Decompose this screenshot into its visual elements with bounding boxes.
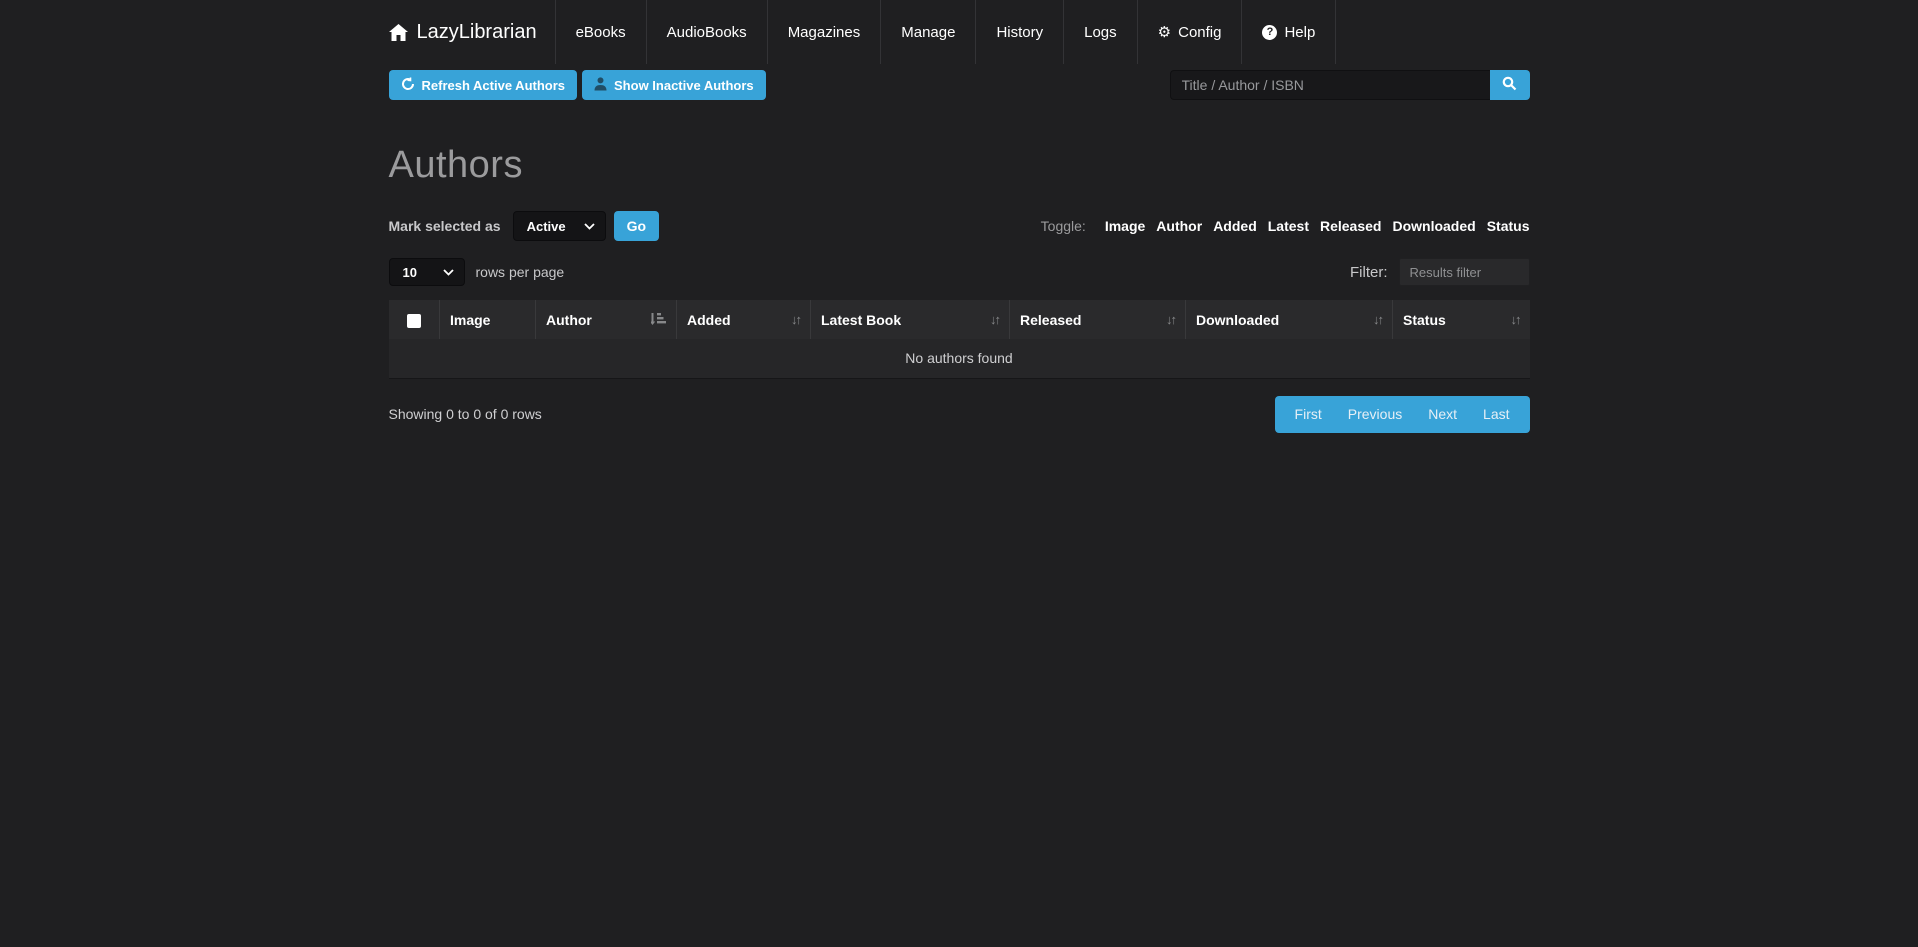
- showing-rows-text: Showing 0 to 0 of 0 rows: [389, 406, 542, 422]
- page-title: Authors: [389, 144, 1530, 187]
- nav-item-config[interactable]: ⚙ Config: [1137, 0, 1242, 64]
- pagination-last[interactable]: Last: [1470, 406, 1522, 422]
- column-header-latest-book[interactable]: Latest Book ↓↑: [811, 300, 1010, 339]
- refresh-icon: [401, 77, 415, 94]
- search-input[interactable]: [1170, 70, 1490, 100]
- chevron-down-icon: [443, 269, 454, 276]
- toggle-downloaded[interactable]: Downloaded: [1392, 218, 1475, 234]
- mark-as-selected-value: Active: [527, 219, 566, 234]
- search-button[interactable]: [1490, 70, 1530, 100]
- filter-label: Filter:: [1350, 264, 1388, 281]
- select-all-header: [389, 300, 440, 339]
- listing-row: 10 rows per page Filter:: [389, 258, 1530, 286]
- toggle-status[interactable]: Status: [1487, 218, 1530, 234]
- column-header-image: Image: [440, 300, 536, 339]
- search-icon: [1502, 76, 1517, 94]
- user-icon: [594, 77, 607, 94]
- nav-item-help[interactable]: ? Help: [1241, 0, 1336, 64]
- nav-item-audiobooks[interactable]: AudioBooks: [646, 0, 767, 64]
- go-button[interactable]: Go: [614, 211, 659, 241]
- pagination-first[interactable]: First: [1282, 406, 1335, 422]
- pagination-next[interactable]: Next: [1415, 406, 1470, 422]
- sort-amount-icon: [643, 312, 666, 328]
- pagination-previous[interactable]: Previous: [1335, 406, 1415, 422]
- nav-item-history[interactable]: History: [975, 0, 1063, 64]
- question-circle-icon: ?: [1262, 25, 1277, 40]
- nav-item-magazines[interactable]: Magazines: [767, 0, 881, 64]
- pagination: First Previous Next Last: [1275, 396, 1530, 433]
- toggle-author[interactable]: Author: [1156, 218, 1202, 234]
- authors-table: Image Author Adde: [389, 300, 1530, 379]
- toggle-latest[interactable]: Latest: [1268, 218, 1309, 234]
- nav-item-ebooks[interactable]: eBooks: [555, 0, 646, 64]
- mark-selected-label: Mark selected as: [389, 218, 501, 234]
- rows-per-page-value: 10: [403, 265, 417, 280]
- empty-state-message: No authors found: [389, 339, 1530, 378]
- sort-both-icon: ↓↑: [1158, 312, 1175, 327]
- results-filter-input[interactable]: [1399, 258, 1530, 286]
- brand[interactable]: LazyLibrarian: [389, 0, 555, 64]
- search-group: [1170, 70, 1530, 100]
- brand-title: LazyLibrarian: [417, 21, 537, 44]
- controls-row: Mark selected as Active Go Toggle: Image…: [389, 211, 1530, 241]
- home-icon: [389, 24, 408, 41]
- sort-both-icon: ↓↑: [783, 312, 800, 327]
- refresh-active-authors-button[interactable]: Refresh Active Authors: [389, 70, 578, 100]
- sort-both-icon: ↓↑: [1365, 312, 1382, 327]
- gear-icon: ⚙: [1158, 25, 1171, 40]
- chevron-down-icon: [584, 223, 595, 230]
- nav-items: eBooks AudioBooks Magazines Manage Histo…: [555, 0, 1337, 64]
- rows-per-page-select[interactable]: 10: [389, 258, 465, 286]
- navbar: LazyLibrarian eBooks AudioBooks Magazine…: [389, 0, 1530, 64]
- sort-both-icon: ↓↑: [1503, 312, 1520, 327]
- table-footer: Showing 0 to 0 of 0 rows First Previous …: [389, 396, 1530, 433]
- column-header-author[interactable]: Author: [536, 300, 677, 339]
- column-header-released[interactable]: Released ↓↑: [1010, 300, 1186, 339]
- toolbar: Refresh Active Authors Show Inactive Aut…: [389, 70, 1530, 100]
- table-header-row: Image Author Adde: [389, 300, 1530, 339]
- show-inactive-authors-button[interactable]: Show Inactive Authors: [582, 70, 766, 100]
- column-header-downloaded[interactable]: Downloaded ↓↑: [1186, 300, 1393, 339]
- toggle-released[interactable]: Released: [1320, 218, 1381, 234]
- sort-both-icon: ↓↑: [982, 312, 999, 327]
- column-header-added[interactable]: Added ↓↑: [677, 300, 811, 339]
- empty-state-row: No authors found: [389, 339, 1530, 378]
- column-header-status[interactable]: Status ↓↑: [1393, 300, 1530, 339]
- toggle-added[interactable]: Added: [1213, 218, 1257, 234]
- nav-item-logs[interactable]: Logs: [1063, 0, 1137, 64]
- rows-per-page-label: rows per page: [476, 264, 565, 280]
- select-all-checkbox[interactable]: [407, 314, 421, 328]
- toggle-label: Toggle:: [1041, 218, 1086, 234]
- mark-as-select[interactable]: Active: [513, 211, 606, 241]
- filter-group: Filter:: [1350, 258, 1530, 286]
- toggle-image[interactable]: Image: [1105, 218, 1145, 234]
- toggle-group: Toggle: Image Author Added Latest Releas…: [1041, 218, 1530, 234]
- nav-item-manage[interactable]: Manage: [880, 0, 975, 64]
